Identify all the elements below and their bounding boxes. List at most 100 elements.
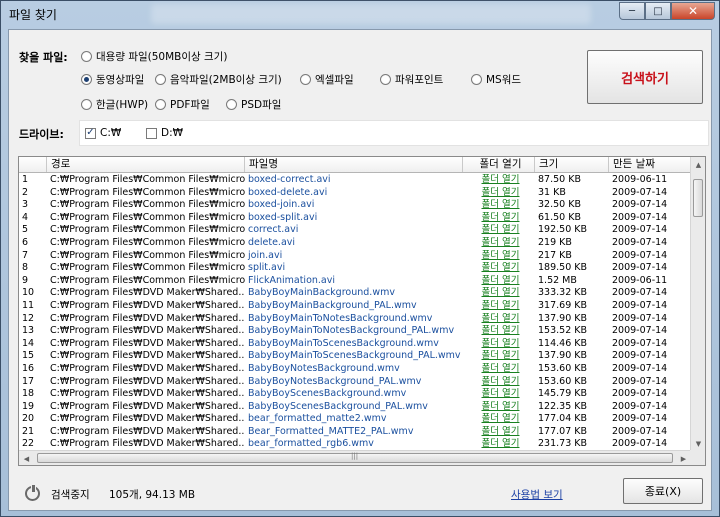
scroll-down-icon[interactable]: ▼	[691, 436, 705, 451]
table-row[interactable]: 18 C:₩Program Files₩DVD Maker₩Shared... Ba…	[19, 388, 691, 401]
table-row[interactable]: 5 C:₩Program Files₩Common Files₩micro... c…	[19, 224, 691, 237]
horizontal-scrollbar[interactable]: ◀ ||| ▶	[19, 450, 691, 465]
scroll-right-icon[interactable]: ▶	[676, 451, 691, 465]
open-folder-link[interactable]: 폴더 열기	[463, 300, 535, 313]
open-folder-link[interactable]: 폴더 열기	[463, 413, 535, 426]
row-filename[interactable]: BabyBoyScenesBackground_PAL.wmv	[245, 401, 463, 414]
table-row[interactable]: 16 C:₩Program Files₩DVD Maker₩Shared... Ba…	[19, 363, 691, 376]
row-filename[interactable]: boxed-delete.avi	[245, 187, 463, 200]
table-row[interactable]: 4 C:₩Program Files₩Common Files₩micro... b…	[19, 212, 691, 225]
column-header-index[interactable]	[19, 157, 47, 172]
row-filename[interactable]: BabyBoyScenesBackground.wmv	[245, 388, 463, 401]
row-filename[interactable]: boxed-correct.avi	[245, 174, 463, 187]
radio-excel[interactable]: 엑셀파일	[300, 72, 354, 87]
table-row[interactable]: 21 C:₩Program Files₩DVD Maker₩Shared... Be…	[19, 426, 691, 439]
scroll-left-icon[interactable]: ◀	[19, 451, 34, 465]
open-folder-link[interactable]: 폴더 열기	[463, 224, 535, 237]
row-filename[interactable]: BabyBoyNotesBackground.wmv	[245, 363, 463, 376]
vertical-scrollbar[interactable]: ▲ ▼	[690, 157, 705, 451]
table-row[interactable]: 10 C:₩Program Files₩DVD Maker₩Shared... Ba…	[19, 287, 691, 300]
drive-c-checkbox[interactable]: ✓ C:₩	[85, 127, 121, 139]
title-bar[interactable]: 파일 찾기 ─ □ ✕	[1, 1, 719, 29]
row-filename[interactable]: Bear_Formatted_MATTE2_PAL.wmv	[245, 426, 463, 439]
open-folder-link[interactable]: 폴더 열기	[463, 212, 535, 225]
table-row[interactable]: 11 C:₩Program Files₩DVD Maker₩Shared... Ba…	[19, 300, 691, 313]
table-row[interactable]: 19 C:₩Program Files₩DVD Maker₩Shared... Ba…	[19, 401, 691, 414]
open-folder-link[interactable]: 폴더 열기	[463, 376, 535, 389]
open-folder-link[interactable]: 폴더 열기	[463, 187, 535, 200]
table-row[interactable]: 2 C:₩Program Files₩Common Files₩micro... b…	[19, 187, 691, 200]
open-folder-link[interactable]: 폴더 열기	[463, 237, 535, 250]
row-filename[interactable]: BabyBoyMainToScenesBackground.wmv	[245, 338, 463, 351]
row-created-date: 2009-07-14	[612, 186, 668, 198]
drive-d-checkbox[interactable]: D:₩	[146, 127, 183, 139]
help-link[interactable]: 사용법 보기	[511, 487, 563, 502]
radio-large-file[interactable]: 대용량 파일(50MB이상 크기)	[81, 49, 227, 64]
column-header-filename[interactable]: 파일명	[245, 157, 463, 172]
table-row[interactable]: 6 C:₩Program Files₩Common Files₩micro... d…	[19, 237, 691, 250]
radio-powerpoint[interactable]: 파워포인트	[380, 72, 443, 87]
table-row[interactable]: 20 C:₩Program Files₩DVD Maker₩Shared... be…	[19, 413, 691, 426]
row-filename[interactable]: join.avi	[245, 250, 463, 263]
radio-music[interactable]: 음악파일(2MB이상 크기)	[155, 72, 282, 87]
open-folder-link[interactable]: 폴더 열기	[463, 401, 535, 414]
stop-power-icon[interactable]	[25, 484, 40, 501]
row-filename[interactable]: FlickAnimation.avi	[245, 275, 463, 288]
radio-msword[interactable]: MS워드	[471, 72, 521, 87]
open-folder-link[interactable]: 폴더 열기	[463, 338, 535, 351]
close-window-button[interactable]: ✕	[671, 2, 715, 20]
vertical-scroll-thumb[interactable]	[693, 179, 703, 217]
horizontal-scroll-thumb[interactable]: |||	[37, 452, 673, 463]
open-folder-link[interactable]: 폴더 열기	[463, 287, 535, 300]
open-folder-link[interactable]: 폴더 열기	[463, 350, 535, 363]
table-row[interactable]: 12 C:₩Program Files₩DVD Maker₩Shared... Ba…	[19, 313, 691, 326]
search-button[interactable]: 검색하기	[587, 50, 703, 104]
column-header-path[interactable]: 경로	[47, 157, 245, 172]
column-header-open-folder[interactable]: 폴더 열기	[463, 157, 535, 172]
table-row[interactable]: 9 C:₩Program Files₩Common Files₩micro... F…	[19, 275, 691, 288]
open-folder-link[interactable]: 폴더 열기	[463, 262, 535, 275]
radio-video[interactable]: 동영상파일	[81, 72, 144, 87]
row-filename[interactable]: split.avi	[245, 262, 463, 275]
table-row[interactable]: 13 C:₩Program Files₩DVD Maker₩Shared... Ba…	[19, 325, 691, 338]
open-folder-link[interactable]: 폴더 열기	[463, 325, 535, 338]
row-index: 15	[22, 350, 35, 362]
maximize-button[interactable]: □	[645, 2, 671, 20]
radio-psd[interactable]: PSD파일	[226, 97, 281, 112]
row-filename[interactable]: boxed-join.avi	[245, 199, 463, 212]
table-row[interactable]: 17 C:₩Program Files₩DVD Maker₩Shared... Ba…	[19, 376, 691, 389]
scroll-up-icon[interactable]: ▲	[691, 157, 705, 172]
row-filename[interactable]: BabyBoyMainBackground_PAL.wmv	[245, 300, 463, 313]
column-header-size[interactable]: 크기	[535, 157, 609, 172]
row-filename[interactable]: bear_formatted_matte2.wmv	[245, 413, 463, 426]
open-folder-link[interactable]: 폴더 열기	[463, 363, 535, 376]
row-filename[interactable]: BabyBoyMainBackground.wmv	[245, 287, 463, 300]
radio-pdf[interactable]: PDF파일	[155, 97, 210, 112]
table-row[interactable]: 8 C:₩Program Files₩Common Files₩micro... s…	[19, 262, 691, 275]
row-filename[interactable]: BabyBoyMainToNotesBackground_PAL.wmv	[245, 325, 463, 338]
open-folder-link[interactable]: 폴더 열기	[463, 250, 535, 263]
table-row[interactable]: 1 C:₩Program Files₩Common Files₩micro... b…	[19, 174, 691, 187]
row-size: 145.79 KB	[538, 388, 588, 400]
table-row[interactable]: 7 C:₩Program Files₩Common Files₩micro... j…	[19, 250, 691, 263]
row-filename[interactable]: BabyBoyMainToScenesBackground_PAL.wmv	[245, 350, 463, 363]
table-row[interactable]: 15 C:₩Program Files₩DVD Maker₩Shared... Ba…	[19, 350, 691, 363]
row-filename[interactable]: BabyBoyMainToNotesBackground.wmv	[245, 313, 463, 326]
open-folder-link[interactable]: 폴더 열기	[463, 313, 535, 326]
radio-hwp[interactable]: 한글(HWP)	[81, 97, 148, 112]
table-row[interactable]: 14 C:₩Program Files₩DVD Maker₩Shared... Ba…	[19, 338, 691, 351]
open-folder-link[interactable]: 폴더 열기	[463, 199, 535, 212]
open-folder-link[interactable]: 폴더 열기	[463, 388, 535, 401]
row-path: C:₩Program Files₩Common Files₩micro...	[50, 274, 245, 286]
row-filename[interactable]: delete.avi	[245, 237, 463, 250]
open-folder-link[interactable]: 폴더 열기	[463, 426, 535, 439]
row-filename[interactable]: boxed-split.avi	[245, 212, 463, 225]
row-filename[interactable]: correct.avi	[245, 224, 463, 237]
table-row[interactable]: 3 C:₩Program Files₩Common Files₩micro... b…	[19, 199, 691, 212]
row-filename[interactable]: BabyBoyNotesBackground_PAL.wmv	[245, 376, 463, 389]
open-folder-link[interactable]: 폴더 열기	[463, 174, 535, 187]
column-header-created[interactable]: 만든 날짜	[609, 157, 691, 172]
minimize-button[interactable]: ─	[619, 2, 645, 20]
open-folder-link[interactable]: 폴더 열기	[463, 275, 535, 288]
exit-button[interactable]: 종료(X)	[623, 478, 703, 504]
